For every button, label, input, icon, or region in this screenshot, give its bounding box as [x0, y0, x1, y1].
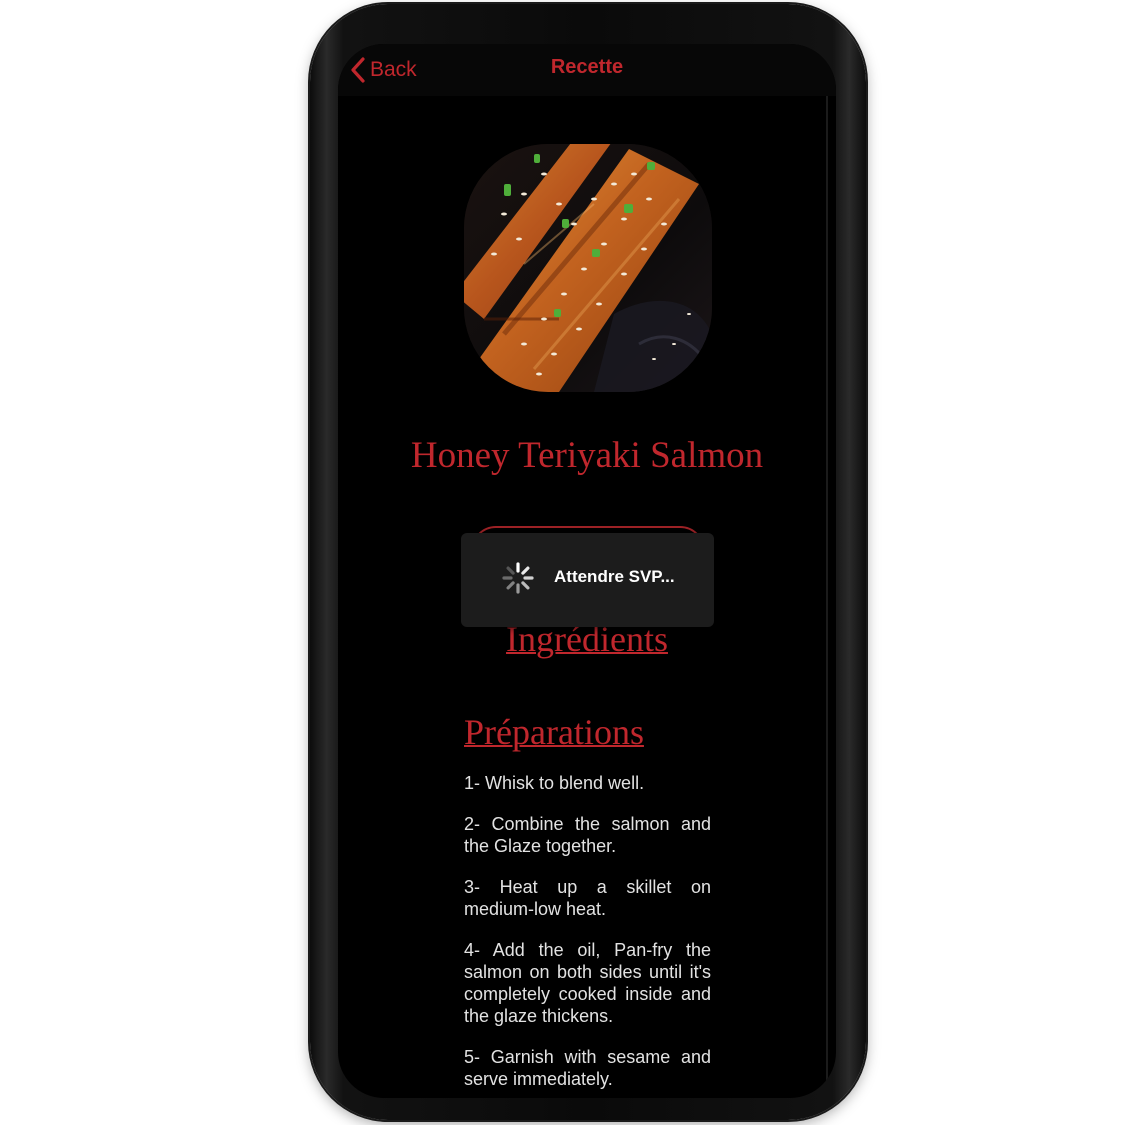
spinner-icon [502, 562, 534, 594]
recipe-image [464, 144, 712, 392]
recipe-title: Honey Teriyaki Salmon [410, 435, 764, 476]
step-item: 1- Whisk to blend well. [464, 773, 645, 793]
step-item: 4- Add the oil, Pan-fry the salmon on bo… [464, 940, 711, 1026]
preparations-heading: Préparations [464, 712, 644, 752]
page-title: Recette [550, 56, 624, 78]
navigation-bar: Back Recette [338, 44, 836, 96]
app-screen: Back Recette Honey Teriyaki Salmon Ingré… [338, 44, 836, 1098]
step-item: 3- Heat up a skillet on medium-low heat. [464, 877, 711, 919]
step-item: 2- Combine the salmon and the Glaze toge… [464, 814, 711, 856]
loading-text: Attendre SVP... [554, 567, 675, 586]
preparation-steps: 1- Whisk to blend well. 2- Combine the s… [464, 772, 711, 1098]
step-item: 5- Garnish with sesame and serve immedia… [464, 1047, 711, 1089]
loading-overlay: Attendre SVP... [461, 533, 714, 627]
scroll-indicator [826, 96, 828, 1098]
